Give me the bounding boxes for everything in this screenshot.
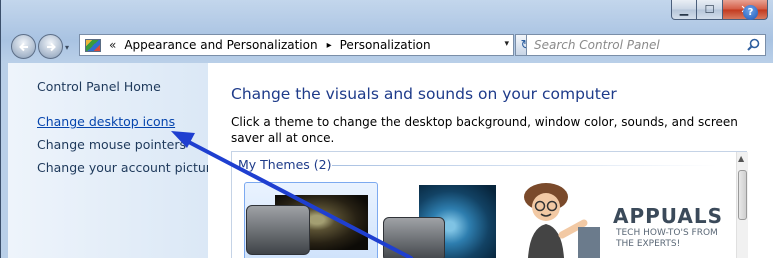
- minimize-button[interactable]: ▁: [671, 0, 697, 20]
- task-pane: Control Panel Home Change desktop icons …: [8, 63, 218, 258]
- theme-window-preview: [246, 205, 310, 255]
- my-themes-group-header[interactable]: My Themes (2): [238, 157, 331, 172]
- change-account-picture-link[interactable]: Change your account picture: [37, 160, 218, 175]
- back-arrow-icon: [18, 42, 28, 51]
- breadcrumb-overflow-icon[interactable]: «: [109, 38, 116, 52]
- watermark-subtitle-line: TECH HOW-TO'S FROM: [616, 228, 718, 238]
- search-icon[interactable]: [747, 38, 760, 51]
- control-panel-window: ▁ ☐ ✕ ▾ « Appearance and Personalization…: [0, 0, 773, 258]
- breadcrumb-personalization[interactable]: Personalization: [340, 38, 431, 52]
- search-input[interactable]: Search Control Panel: [526, 34, 766, 56]
- appuals-watermark: APPUALS TECH HOW-TO'S FROM THE EXPERTS!: [498, 175, 738, 258]
- breadcrumb-appearance[interactable]: Appearance and Personalization: [124, 38, 317, 52]
- scrollbar-thumb[interactable]: [738, 170, 747, 220]
- change-mouse-pointers-link[interactable]: Change mouse pointers: [37, 137, 186, 152]
- address-bar[interactable]: « Appearance and Personalization ▸ Perso…: [79, 34, 514, 56]
- mascot-icon: [524, 183, 600, 258]
- navigation-bar: ▾ « Appearance and Personalization ▸ Per…: [1, 27, 773, 63]
- help-icon[interactable]: ?: [743, 5, 758, 20]
- watermark-subtitle: TECH HOW-TO'S FROM THE EXPERTS!: [616, 228, 718, 250]
- maximize-button[interactable]: ☐: [697, 0, 723, 20]
- page-title: Change the visuals and sounds on your co…: [231, 85, 617, 103]
- control-panel-home-link[interactable]: Control Panel Home: [37, 79, 161, 94]
- forward-button[interactable]: [38, 34, 63, 59]
- back-button[interactable]: [11, 34, 36, 59]
- breadcrumb-separator-icon[interactable]: ▸: [327, 40, 332, 51]
- control-panel-icon: [85, 38, 101, 52]
- watermark-subtitle-line: THE EXPERTS!: [616, 239, 681, 249]
- theme-window-preview: [383, 217, 445, 258]
- scroll-up-icon[interactable]: ▲: [738, 154, 744, 163]
- search-placeholder: Search Control Panel: [534, 38, 660, 52]
- group-divider: [332, 165, 717, 166]
- address-dropdown-icon[interactable]: ▾: [504, 39, 509, 49]
- forward-arrow-icon: [46, 42, 56, 51]
- watermark-title: APPUALS: [613, 204, 724, 228]
- change-desktop-icons-link[interactable]: Change desktop icons: [37, 114, 175, 129]
- recent-pages-dropdown[interactable]: ▾: [65, 43, 69, 52]
- page-description: Click a theme to change the desktop back…: [231, 115, 738, 145]
